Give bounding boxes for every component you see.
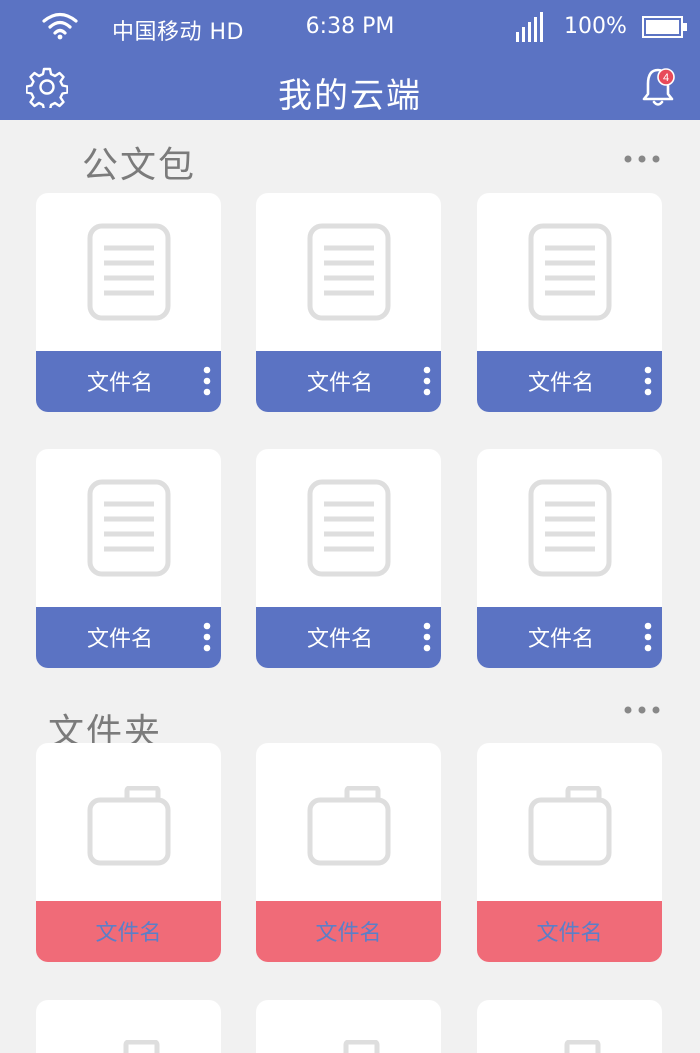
document-name: 文件名 [86,627,153,652]
document-thumbnail [477,449,662,607]
folder-card[interactable]: 文件名 [256,743,441,962]
document-icon [528,479,611,577]
folder-card[interactable]: 文件名 [477,743,662,962]
document-icon [87,479,170,577]
document-icon [528,223,611,321]
folder-card[interactable]: 文件名 [36,743,221,962]
kebab-menu-icon[interactable] [644,366,652,396]
document-thumbnail [477,193,662,351]
folder-label-bar: 文件名 [256,901,441,962]
folder-icon [564,1040,601,1053]
document-label-bar: 文件名 [256,351,441,412]
kebab-menu-icon[interactable] [203,366,211,396]
document-card[interactable]: 文件名 [256,193,441,412]
document-thumbnail [36,449,221,607]
folder-name: 文件名 [536,921,603,946]
document-thumbnail [256,193,441,351]
document-name: 文件名 [306,627,373,652]
folder-card-partial[interactable] [36,1000,221,1053]
cellular-signal-icon [516,12,543,42]
document-label-bar: 文件名 [477,607,662,668]
document-name: 文件名 [306,371,373,396]
folder-card-partial[interactable] [256,1000,441,1053]
folder-label-bar: 文件名 [36,901,221,962]
document-thumbnail [36,193,221,351]
document-label-bar: 文件名 [477,351,662,412]
folder-icon [87,786,170,866]
more-options-icon[interactable] [622,152,662,166]
document-label-bar: 文件名 [36,607,221,668]
notification-bell-icon[interactable]: 4 [640,66,676,108]
document-name: 文件名 [527,627,594,652]
document-icon [87,223,170,321]
document-icon [307,223,390,321]
more-options-icon[interactable] [622,703,662,717]
document-card[interactable]: 文件名 [477,449,662,668]
kebab-menu-icon[interactable] [644,622,652,652]
folder-icon [307,786,390,866]
document-card[interactable]: 文件名 [256,449,441,668]
notification-count: 4 [663,72,669,84]
status-bar: 中国移动 HD 6:38 PM 100% [0,0,700,56]
document-label-bar: 文件名 [256,607,441,668]
folder-card-partial[interactable] [477,1000,662,1053]
folder-thumbnail [256,743,441,901]
kebab-menu-icon[interactable] [423,622,431,652]
folder-icon [123,1040,160,1053]
battery-percent: 100% [564,14,627,39]
title-bar: 我的云端 4 [0,56,700,120]
document-thumbnail [256,449,441,607]
folder-thumbnail [477,743,662,901]
document-card[interactable]: 文件名 [477,193,662,412]
folder-icon [343,1040,380,1053]
page-title: 我的云端 [278,76,422,116]
document-label-bar: 文件名 [36,351,221,412]
folder-thumbnail [36,743,221,901]
document-card[interactable]: 文件名 [36,193,221,412]
kebab-menu-icon[interactable] [423,366,431,396]
document-name: 文件名 [527,371,594,396]
document-card[interactable]: 文件名 [36,449,221,668]
folder-icon [528,786,611,866]
document-icon [307,479,390,577]
document-name: 文件名 [86,371,153,396]
kebab-menu-icon[interactable] [203,622,211,652]
folder-name: 文件名 [315,921,382,946]
folder-name: 文件名 [95,921,162,946]
section-title-briefcase: 公文包 [82,145,197,186]
battery-icon [642,16,687,38]
app-header: 中国移动 HD 6:38 PM 100% 我的云端 4 [0,0,700,120]
folder-label-bar: 文件名 [477,901,662,962]
